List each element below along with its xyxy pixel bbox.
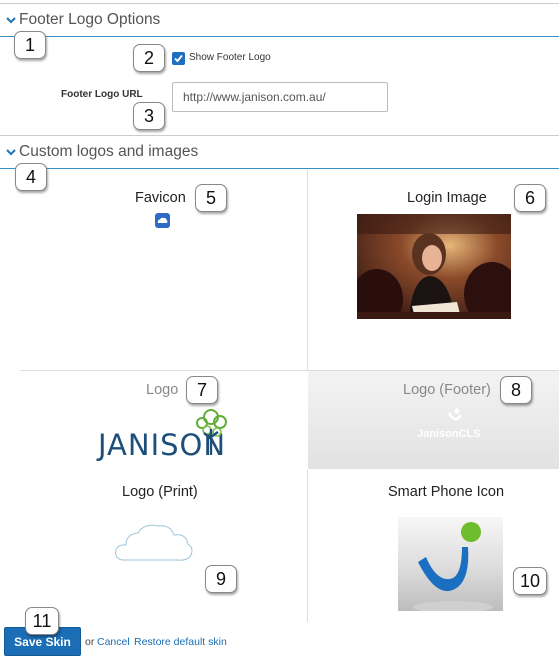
cloud-icon [157, 217, 168, 223]
section-title: Footer Logo Options [19, 11, 161, 28]
show-footer-logo-checkbox[interactable] [172, 52, 185, 65]
logo-title: Logo [146, 382, 179, 398]
logo-footer-title: Logo (Footer) [403, 382, 491, 398]
section-title: Custom logos and images [19, 143, 199, 160]
figure-icon [448, 408, 462, 421]
footer-logo-wordmark: JanisonCLS [417, 428, 481, 440]
footer-logo-url-label: Footer Logo URL [61, 89, 143, 100]
logo-print-title: Logo (Print) [122, 484, 198, 500]
login-image-title: Login Image [407, 190, 487, 206]
tree-icon [196, 409, 227, 455]
callout-badge: 4 [15, 163, 47, 191]
or-text: or [85, 636, 95, 648]
callout-badge: 2 [133, 44, 165, 72]
cloud-outline-icon[interactable] [112, 520, 196, 566]
callout-badge: 7 [186, 376, 218, 404]
chevron-down-icon [6, 149, 16, 156]
show-footer-logo-label: Show Footer Logo [189, 52, 271, 63]
restore-default-skin-link[interactable]: Restore default skin [134, 636, 227, 648]
cancel-link[interactable]: Cancel [97, 636, 130, 648]
custom-logos-header[interactable]: Custom logos and images [0, 135, 559, 169]
footer-logo-url-input[interactable] [172, 82, 388, 112]
footer-logo-options-header[interactable]: Footer Logo Options [0, 3, 559, 37]
callout-badge: 5 [195, 184, 227, 212]
callout-badge: 6 [514, 184, 546, 212]
callout-badge: 9 [205, 565, 237, 593]
grid-divider [307, 470, 308, 622]
favicon-image[interactable] [155, 213, 170, 228]
login-image[interactable] [357, 214, 511, 319]
favicon-title: Favicon [135, 190, 186, 206]
grid-divider [307, 170, 308, 370]
smart-phone-icon-title: Smart Phone Icon [388, 484, 505, 500]
chevron-down-icon [6, 17, 16, 24]
callout-badge: 1 [14, 31, 46, 59]
callout-badge: 3 [133, 102, 165, 130]
checkmark-icon [174, 54, 183, 63]
callout-badge: 11 [25, 607, 59, 635]
callout-badge: 8 [500, 376, 532, 404]
callout-badge: 10 [513, 567, 547, 595]
smart-phone-icon-image[interactable] [398, 517, 503, 611]
